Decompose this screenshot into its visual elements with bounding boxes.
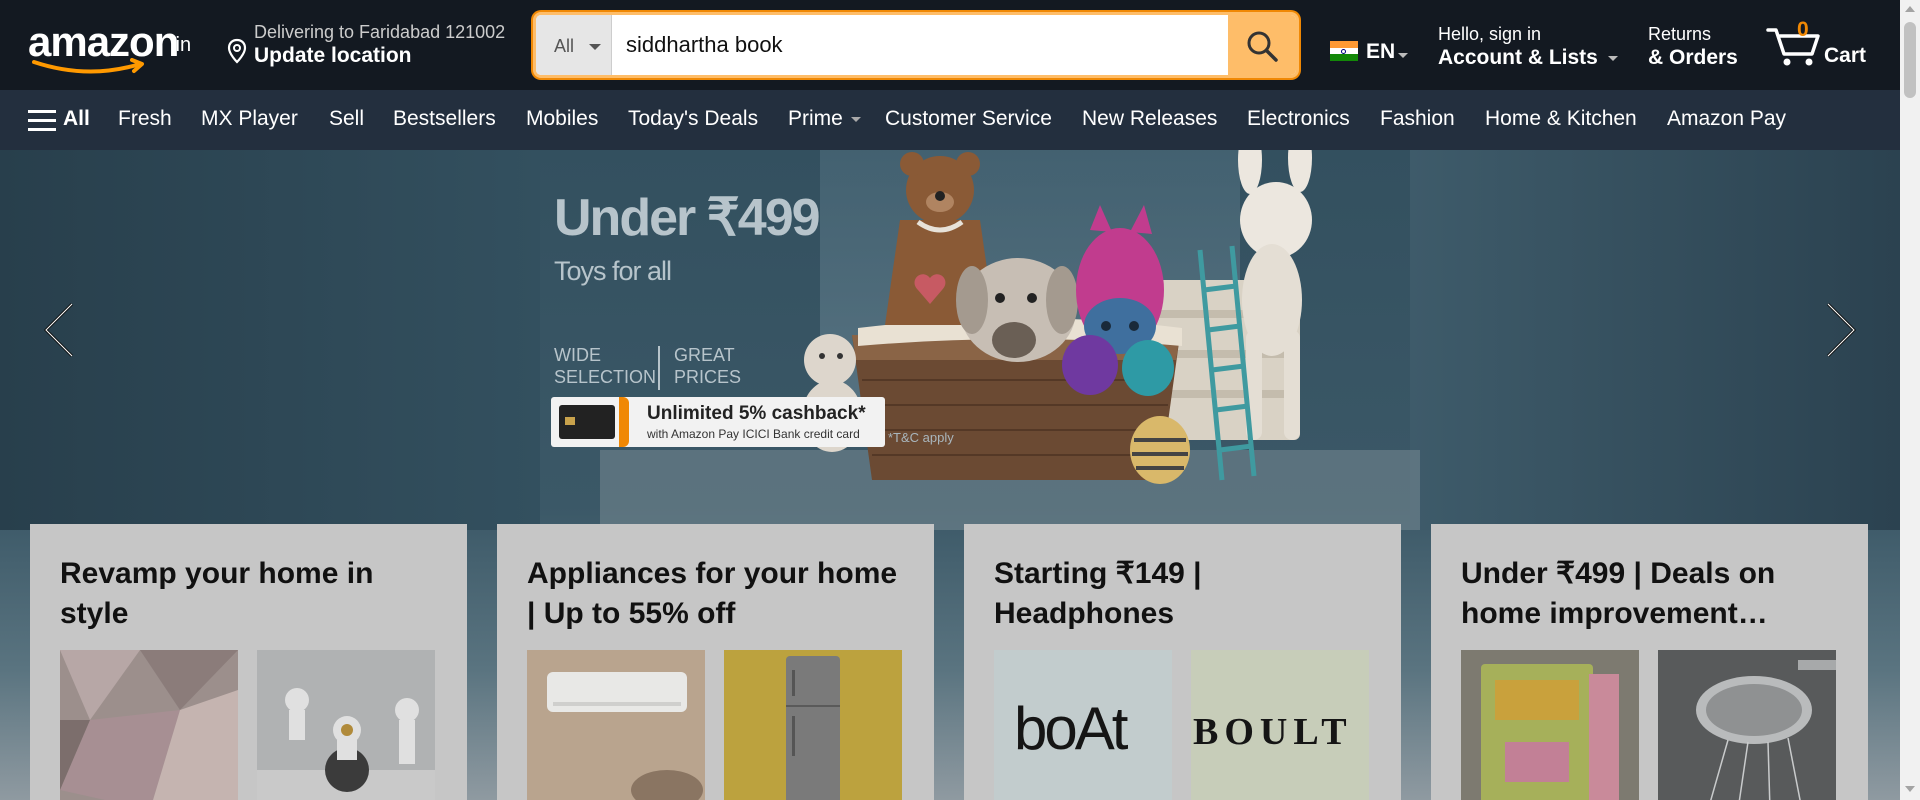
location-line2: Update location (254, 44, 412, 67)
nav-item-bestsellers[interactable]: Bestsellers (393, 107, 496, 131)
header-bar: amazon .in Delivering to Faridabad 12100… (0, 0, 1920, 90)
cart-count: 0 (1797, 18, 1809, 41)
scotch-brite-wipes-image[interactable] (1461, 650, 1639, 800)
orders-label: & Orders (1648, 46, 1738, 69)
chevron-down-icon (1398, 53, 1408, 58)
hero-feature-selection: WIDE SELECTION (554, 345, 657, 387)
cashback-title: Unlimited 5% cashback* (647, 403, 866, 424)
scroll-up-icon[interactable] (1905, 6, 1915, 12)
search-input[interactable] (612, 15, 1226, 75)
location-line1: Delivering to Faridabad 121002 (254, 22, 506, 42)
boult-brand-tile[interactable]: BOULT (1191, 650, 1369, 800)
returns-orders[interactable]: Returns & Orders (1648, 22, 1758, 72)
boat-brand-tile[interactable]: boAt (994, 650, 1172, 800)
logo-suffix: .in (170, 34, 192, 56)
hero-feature-prices: GREAT PRICES (674, 345, 742, 387)
nav-item-customer-service[interactable]: Customer Service (885, 107, 1052, 131)
cart-label: Cart (1824, 44, 1867, 67)
nav-item-sell[interactable]: Sell (329, 107, 364, 131)
nav-item-mobiles[interactable]: Mobiles (526, 107, 598, 131)
terms-note: *T&C apply (888, 430, 954, 445)
hero-headline: Under ₹499 (554, 189, 821, 247)
air-conditioner-image[interactable] (527, 650, 705, 800)
page-scrollbar[interactable] (1900, 0, 1920, 800)
nav-item-electronics[interactable]: Electronics (1247, 107, 1350, 131)
card-title: Under ₹499 | Deals on home improvement… (1461, 557, 1776, 630)
scrollbar-thumb[interactable] (1904, 22, 1916, 98)
nav-item-home-kitchen[interactable]: Home & Kitchen (1485, 107, 1637, 131)
india-flag-icon (1330, 41, 1358, 61)
hero-carousel[interactable]: Under ₹499 Toys for all WIDE SELECTION G… (0, 150, 1900, 800)
boult-brand-label: BOULT (1193, 711, 1353, 753)
search-category-dropdown[interactable]: All (536, 15, 612, 75)
card-title: Revamp your home in style (60, 557, 374, 630)
astronaut-figurine-image[interactable] (257, 650, 435, 800)
boat-brand-label: boAt (1014, 695, 1128, 762)
nav-item-prime[interactable]: Prime (788, 107, 843, 131)
chevron-left-icon (43, 302, 74, 358)
search-button[interactable] (1228, 15, 1296, 75)
card-headphones[interactable]: Starting ₹149 | Headphones boAt BOULT (964, 524, 1401, 800)
chevron-right-icon (1826, 302, 1857, 358)
search-bar: All (533, 12, 1299, 78)
amazon-home-page: amazon .in Delivering to Faridabad 12100… (0, 0, 1920, 800)
chevron-down-icon (589, 44, 601, 50)
delivery-location[interactable]: Delivering to Faridabad 121002 Update lo… (226, 20, 526, 70)
nav-item-amazon-pay[interactable]: Amazon Pay (1667, 107, 1786, 131)
hero-divider (658, 346, 660, 390)
carousel-prev-button[interactable] (40, 300, 80, 360)
all-menu-label: All (63, 107, 90, 130)
account-label: Account & Lists (1438, 46, 1598, 69)
scroll-down-icon[interactable] (1905, 786, 1915, 792)
refrigerator-image[interactable] (724, 650, 902, 800)
cashback-banner: Unlimited 5% cashback* with Amazon Pay I… (551, 397, 885, 447)
cart-button[interactable]: 0 Cart (1766, 18, 1886, 74)
returns-label: Returns (1648, 24, 1712, 44)
chevron-down-icon (1608, 56, 1618, 61)
nav-item-todays-deals[interactable]: Today's Deals (628, 107, 758, 131)
rug-image[interactable] (60, 650, 238, 800)
main-nav-bar: All Fresh MX Player Sell Bestsellers Mob… (0, 90, 1900, 150)
credit-card-icon (559, 405, 615, 439)
account-greeting: Hello, sign in (1438, 24, 1542, 44)
nav-item-mx-player[interactable]: MX Player (201, 107, 298, 131)
card-home-style[interactable]: Revamp your home in style (30, 524, 467, 800)
logo-smile-icon (32, 58, 144, 74)
carousel-next-button[interactable] (1820, 300, 1860, 360)
search-category-label: All (554, 36, 575, 56)
location-pin-icon (227, 38, 247, 64)
nav-item-new-releases[interactable]: New Releases (1082, 107, 1217, 131)
shower-head-image[interactable] (1658, 650, 1836, 800)
card-home-improvement[interactable]: Under ₹499 | Deals on home improvement… (1431, 524, 1868, 800)
nav-item-fashion[interactable]: Fashion (1380, 107, 1455, 131)
hero-subheadline: Toys for all (554, 256, 672, 286)
account-lists[interactable]: Hello, sign in Account & Lists (1438, 22, 1628, 72)
card-appliances[interactable]: Appliances for your home | Up to 55% off (497, 524, 934, 800)
card-title: Appliances for your home | Up to 55% off (527, 557, 898, 630)
language-label: EN (1366, 40, 1396, 63)
card-title: Starting ₹149 | Headphones (994, 557, 1202, 630)
nav-item-fresh[interactable]: Fresh (118, 107, 172, 131)
language-selector[interactable]: EN (1330, 38, 1410, 68)
cashback-accent (619, 397, 629, 447)
hamburger-icon (28, 110, 56, 132)
cart-icon (1766, 28, 1820, 66)
amazon-logo[interactable]: amazon .in (22, 18, 202, 76)
chevron-down-icon[interactable] (851, 117, 861, 122)
search-icon (1247, 31, 1278, 62)
hero-background-left (0, 150, 540, 530)
cashback-subtitle: with Amazon Pay ICICI Bank credit card (647, 427, 860, 441)
